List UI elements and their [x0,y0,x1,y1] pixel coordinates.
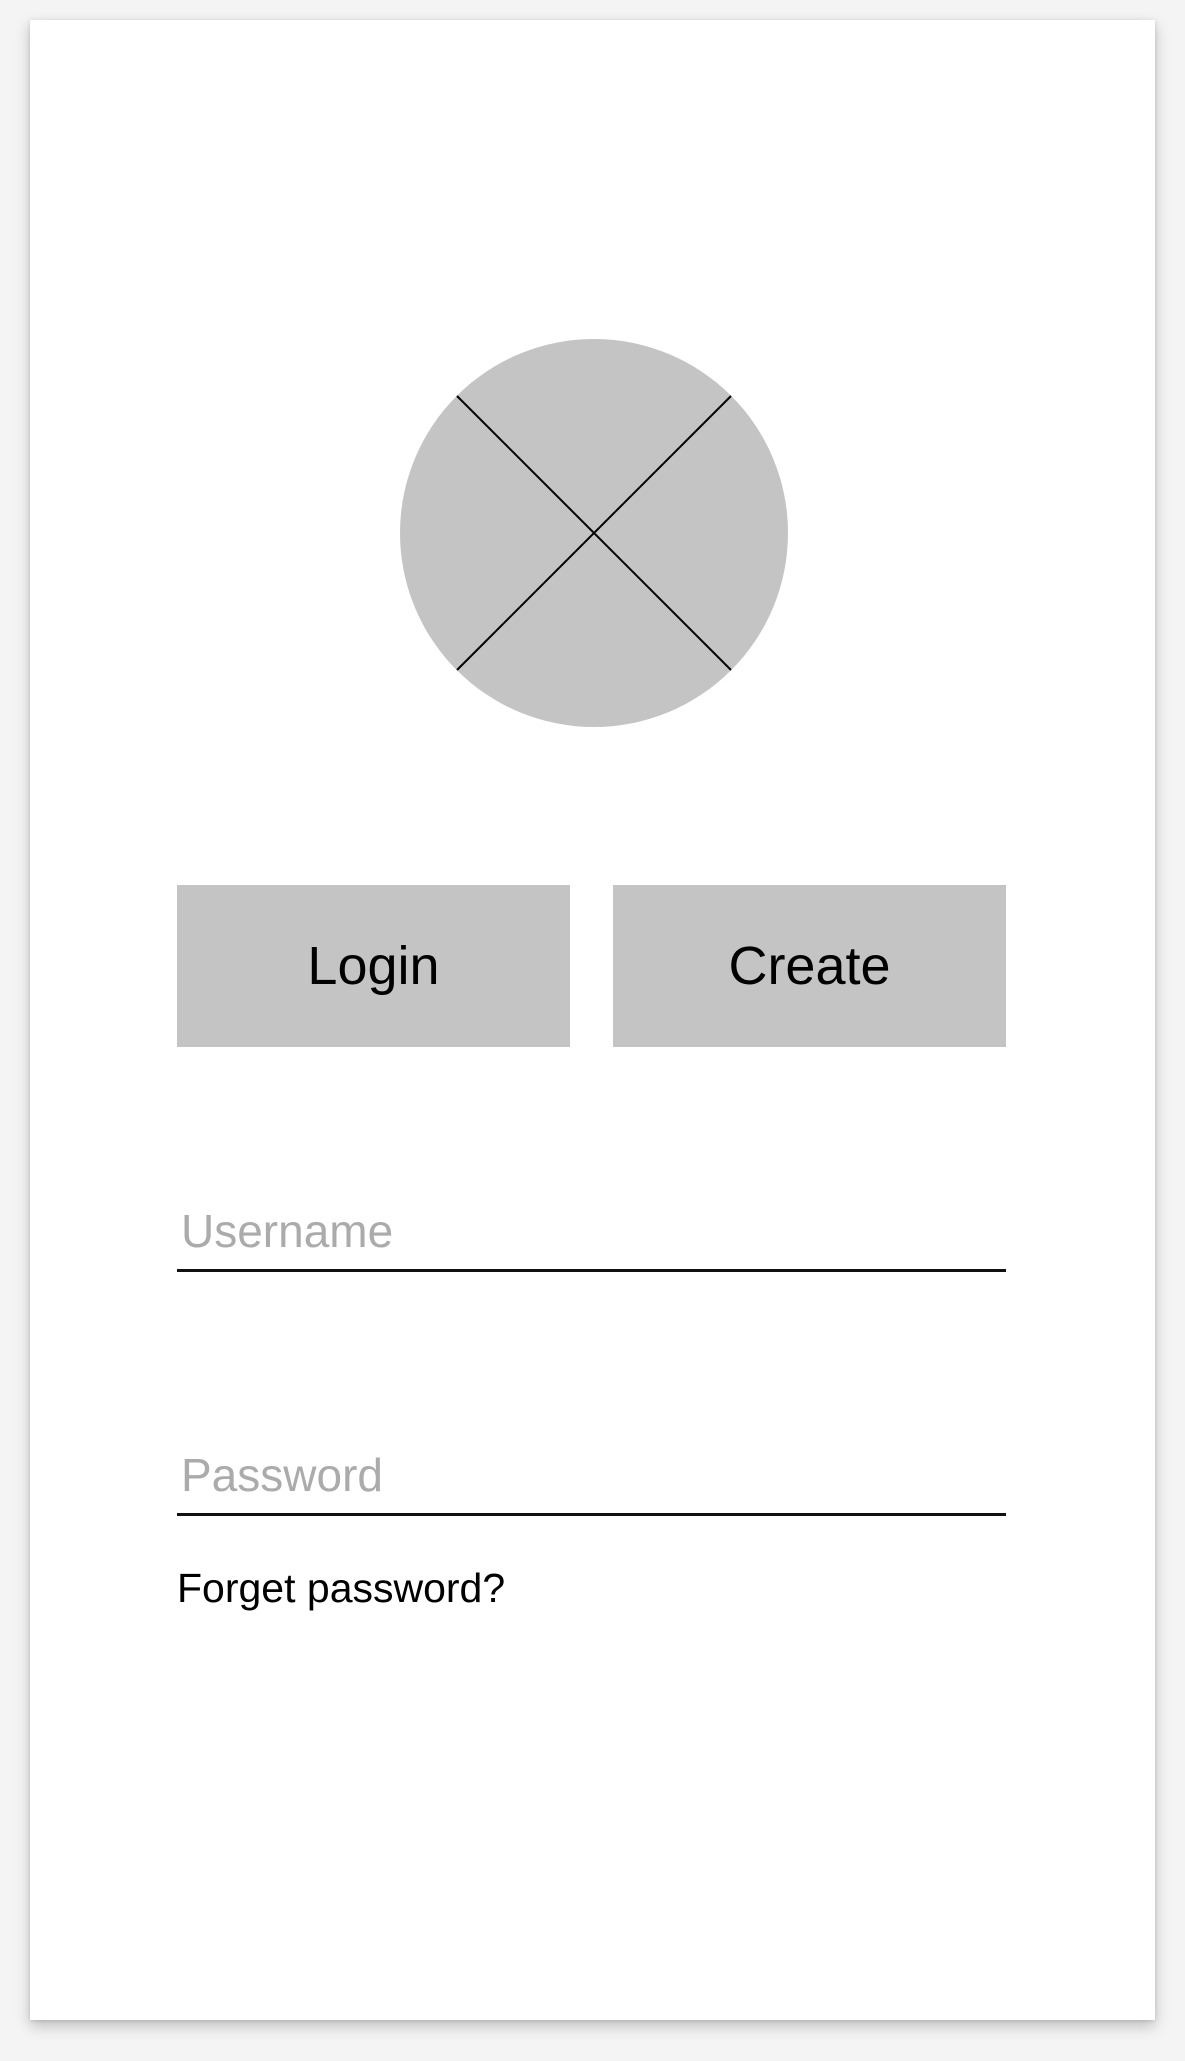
password-input[interactable] [177,1436,1006,1516]
forgot-password-link[interactable]: Forget password? [177,1565,505,1612]
login-button[interactable]: Login [177,885,570,1047]
logo-placeholder [400,339,788,727]
create-button[interactable]: Create [613,885,1006,1047]
username-input[interactable] [177,1192,1006,1272]
login-screen: Login Create Forget password? [30,20,1155,2020]
image-placeholder-icon [400,339,788,727]
